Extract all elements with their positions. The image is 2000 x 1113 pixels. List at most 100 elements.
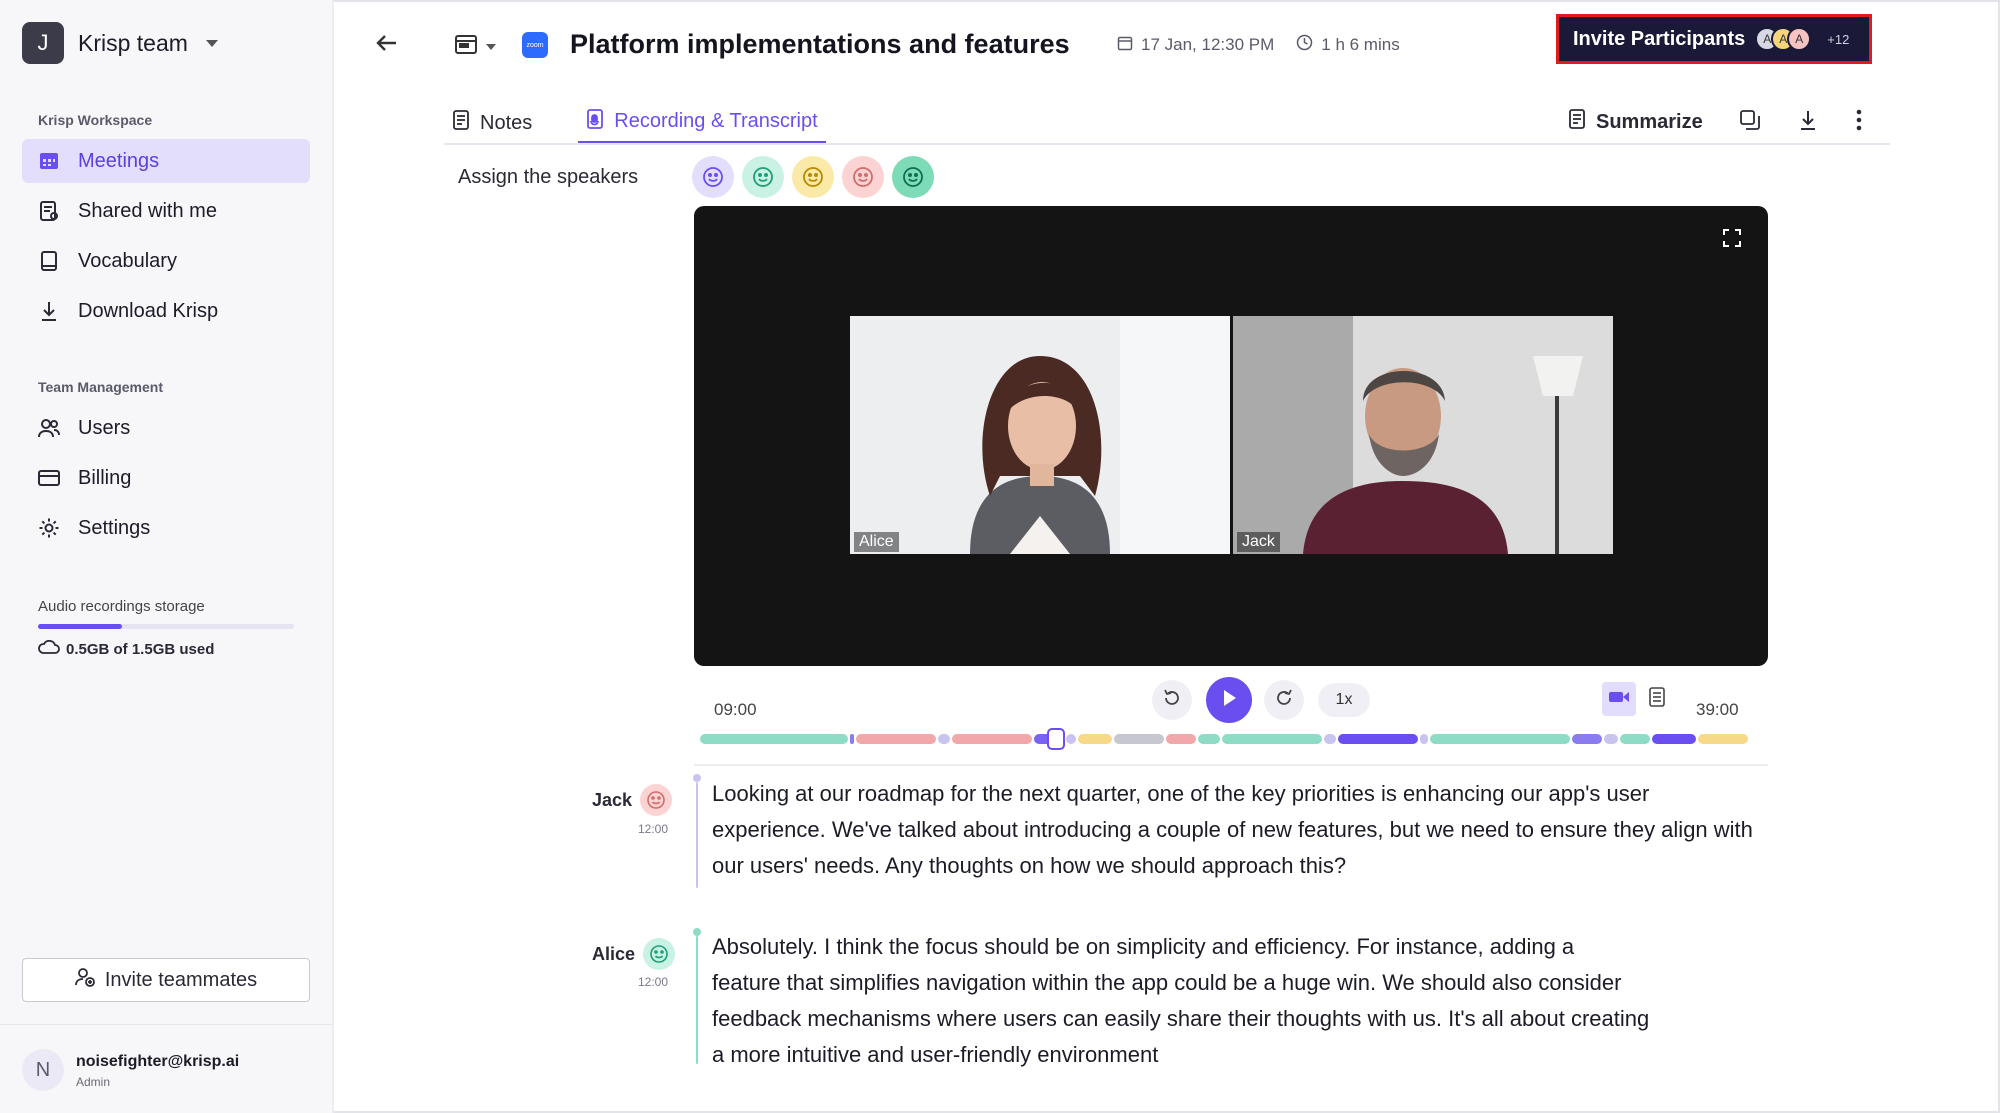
timeline-segment: [1652, 734, 1696, 744]
user-profile[interactable]: N noisefighter@krisp.ai Admin: [0, 1024, 332, 1113]
team-avatar: J: [22, 22, 64, 64]
zoom-logo: zoom: [522, 32, 548, 58]
speaker-label-alice[interactable]: Alice: [592, 938, 676, 970]
notes-icon: [452, 110, 470, 136]
sidebar-item-users[interactable]: Users: [22, 406, 310, 450]
play-icon: [1220, 688, 1238, 713]
sidebar-item-meetings[interactable]: Meetings: [22, 139, 310, 183]
forward-button[interactable]: [1264, 680, 1304, 720]
book-icon: [38, 250, 60, 272]
transcript-line: feature that simplifies navigation withi…: [712, 970, 1622, 995]
users-icon: [38, 417, 60, 439]
video-player[interactable]: Alice Jack: [694, 206, 1768, 666]
speaker-timeline[interactable]: [700, 734, 1748, 744]
tab-recording-transcript[interactable]: Recording & Transcript: [578, 102, 826, 144]
calendar-dropdown-button[interactable]: [454, 32, 496, 61]
segment-bar: [696, 782, 698, 888]
participant-avatars: A A A: [1755, 27, 1812, 51]
speaker-label-jack[interactable]: Jack: [592, 784, 673, 816]
play-button[interactable]: [1206, 677, 1252, 723]
download-icon: [38, 300, 60, 322]
timeline-segment: [1078, 734, 1112, 744]
card-icon: [38, 467, 60, 489]
speaker-face-icon[interactable]: [842, 156, 884, 198]
transcript-line: Absolutely. I think the focus should be …: [712, 934, 1575, 959]
segment-marker: [693, 928, 701, 936]
more-vertical-icon[interactable]: [1855, 108, 1863, 137]
segment-bar: [696, 936, 698, 1064]
invite-participants-button[interactable]: Invite Participants A A A +12: [1556, 14, 1872, 64]
team-switcher[interactable]: J Krisp team: [22, 22, 218, 64]
sidebar-item-download-krisp[interactable]: Download Krisp: [22, 289, 310, 333]
video-camera-icon: [1608, 689, 1630, 710]
summarize-label: Summarize: [1596, 110, 1703, 133]
speaker-face-icon[interactable]: [792, 156, 834, 198]
rewind-button[interactable]: [1152, 680, 1192, 720]
timeline-segment: [1066, 734, 1076, 744]
chevron-down-icon: [205, 39, 218, 47]
transcript-timestamp[interactable]: 12:00: [638, 975, 668, 989]
transcript-view-button[interactable]: [1640, 682, 1674, 716]
timeline-segment: [1324, 734, 1336, 744]
chevron-down-icon: [486, 43, 496, 50]
tabs-divider: [444, 143, 1890, 145]
speaker-face-icon[interactable]: [692, 156, 734, 198]
speaker-face-icon[interactable]: [742, 156, 784, 198]
timeline-segment: [856, 734, 936, 744]
shared-doc-icon: [38, 200, 60, 222]
timeline-segment: [1430, 734, 1570, 744]
sidebar-item-settings[interactable]: Settings: [22, 506, 310, 550]
meeting-date: 17 Jan, 12:30 PM: [1141, 35, 1275, 54]
document-icon: [1649, 686, 1665, 712]
invite-teammates-button[interactable]: Invite teammates: [22, 958, 310, 1002]
team-name: Krisp team: [78, 29, 188, 56]
page-title: Platform implementations and features: [570, 29, 1070, 59]
transcript-line: a more intuitive and user-friendly envir…: [712, 1042, 1159, 1067]
transcript-paragraph: Looking at our roadmap for the next quar…: [712, 776, 1753, 884]
calendar-small-icon: [1117, 35, 1133, 56]
speaker-face-icon[interactable]: [892, 156, 934, 198]
jack-video-image: [1233, 316, 1613, 554]
timeline-segment: [1198, 734, 1220, 744]
video-view-button[interactable]: [1602, 682, 1636, 716]
workspace-section-title: Krisp Workspace: [38, 112, 153, 128]
copy-icon[interactable]: [1739, 109, 1761, 136]
transcript-line: Looking at our roadmap for the next quar…: [712, 781, 1650, 806]
fullscreen-icon[interactable]: [1722, 228, 1742, 253]
invite-teammates-label: Invite teammates: [104, 968, 258, 991]
tab-label: Recording & Transcript: [614, 110, 818, 132]
toolbar: Summarize: [1568, 104, 1863, 140]
download-icon[interactable]: [1797, 109, 1819, 136]
tab-notes[interactable]: Notes: [444, 102, 540, 144]
tab-bar: Notes Recording & Transcript: [444, 102, 826, 144]
view-toggle: [1602, 682, 1674, 716]
meeting-duration: 1 h 6 mins: [1321, 35, 1400, 54]
sidebar-item-label: Billing: [78, 466, 132, 489]
end-time: 39:00: [1696, 700, 1739, 719]
timeline-segment: [700, 734, 848, 744]
sidebar-item-vocabulary[interactable]: Vocabulary: [22, 239, 310, 283]
video-tile-jack: Jack: [1233, 316, 1613, 554]
timeline-scrubber-handle[interactable]: [1047, 728, 1066, 750]
sidebar-item-label: Meetings: [78, 149, 160, 172]
sidebar-item-billing[interactable]: Billing: [22, 456, 310, 500]
timeline-segment: [938, 734, 950, 744]
transcript-timestamp[interactable]: 12:00: [638, 822, 668, 836]
playback-speed-button[interactable]: 1x: [1318, 683, 1370, 717]
calendar-icon: [38, 150, 60, 172]
back-arrow-icon[interactable]: [374, 30, 400, 63]
summarize-icon: [1568, 109, 1586, 135]
sidebar-item-shared-with-me[interactable]: Shared with me: [22, 189, 310, 233]
clock-icon: [1296, 34, 1313, 56]
timeline-segment: [1166, 734, 1196, 744]
gear-icon: [38, 517, 60, 539]
cloud-icon: [38, 639, 60, 658]
speaker-faces: [692, 156, 934, 198]
speaker-name: Jack: [592, 789, 633, 810]
summarize-button[interactable]: Summarize: [1568, 109, 1703, 135]
timeline-segment: [1698, 734, 1748, 744]
participant-avatar: A: [1787, 27, 1812, 51]
smiley-face-icon: [643, 938, 676, 970]
segment-marker: [693, 774, 701, 782]
timeline-segment: [850, 734, 854, 744]
